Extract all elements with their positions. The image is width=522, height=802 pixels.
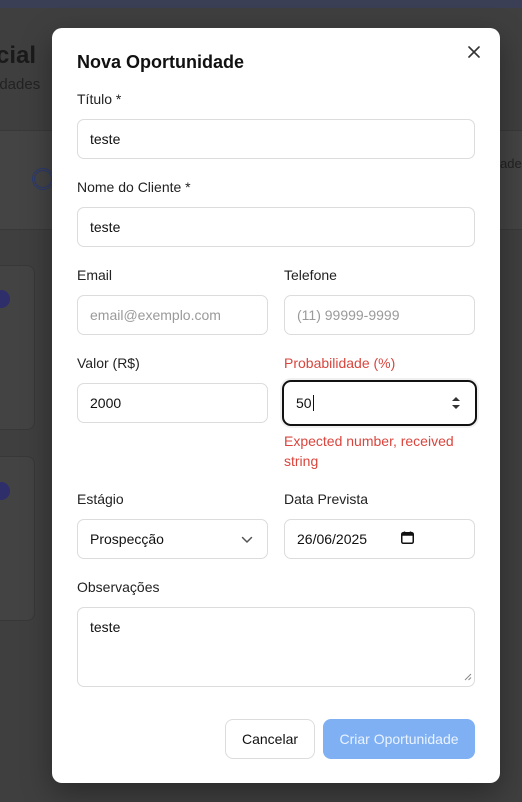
valor-label: Valor (R$) xyxy=(77,355,140,371)
email-label: Email xyxy=(77,267,113,283)
observacoes-textarea[interactable]: teste xyxy=(77,607,475,687)
cliente-label: Nome do Cliente * xyxy=(77,179,191,195)
valor-input[interactable]: 2000 xyxy=(77,383,268,423)
email-input[interactable]: email@exemplo.com xyxy=(77,295,268,335)
telefone-input[interactable]: (11) 99999-9999 xyxy=(284,295,475,335)
new-opportunity-dialog: Nova Oportunidade Título * teste Nome do… xyxy=(52,28,500,783)
create-opportunity-button[interactable]: Criar Oportunidade xyxy=(323,719,475,759)
titulo-label: Título * xyxy=(77,91,122,107)
estagio-select[interactable]: Prospecção xyxy=(77,519,268,559)
cancel-button[interactable]: Cancelar xyxy=(225,719,315,759)
chevron-down-icon xyxy=(241,531,253,547)
calendar-icon[interactable] xyxy=(401,531,414,547)
estagio-label: Estágio xyxy=(77,491,124,507)
cliente-value: teste xyxy=(90,219,121,235)
number-spinner-icon[interactable] xyxy=(451,395,461,411)
observacoes-value: teste xyxy=(90,619,121,635)
observacoes-label: Observações xyxy=(77,579,160,595)
valor-value: 2000 xyxy=(90,395,122,411)
probabilidade-label: Probabilidade (%) xyxy=(284,355,396,371)
data-prevista-value: 26/06/2025 xyxy=(297,531,368,547)
titulo-value: teste xyxy=(90,131,121,147)
estagio-value: Prospecção xyxy=(90,531,164,547)
probabilidade-input[interactable]: 50 xyxy=(282,380,477,426)
text-caret xyxy=(312,395,314,411)
telefone-placeholder: (11) 99999-9999 xyxy=(297,307,400,323)
data-prevista-input[interactable]: 26/06/2025 xyxy=(284,519,475,559)
resize-handle-icon[interactable] xyxy=(464,668,472,684)
telefone-label: Telefone xyxy=(284,267,337,283)
cliente-input[interactable]: teste xyxy=(77,207,475,247)
probabilidade-error: Expected number, received string xyxy=(284,433,454,469)
titulo-input[interactable]: teste xyxy=(77,119,475,159)
close-icon[interactable] xyxy=(464,42,484,62)
email-placeholder: email@exemplo.com xyxy=(90,307,221,323)
data-prevista-label: Data Prevista xyxy=(284,491,369,507)
probabilidade-value: 50 xyxy=(296,395,312,411)
dialog-title: Nova Oportunidade xyxy=(77,52,245,72)
